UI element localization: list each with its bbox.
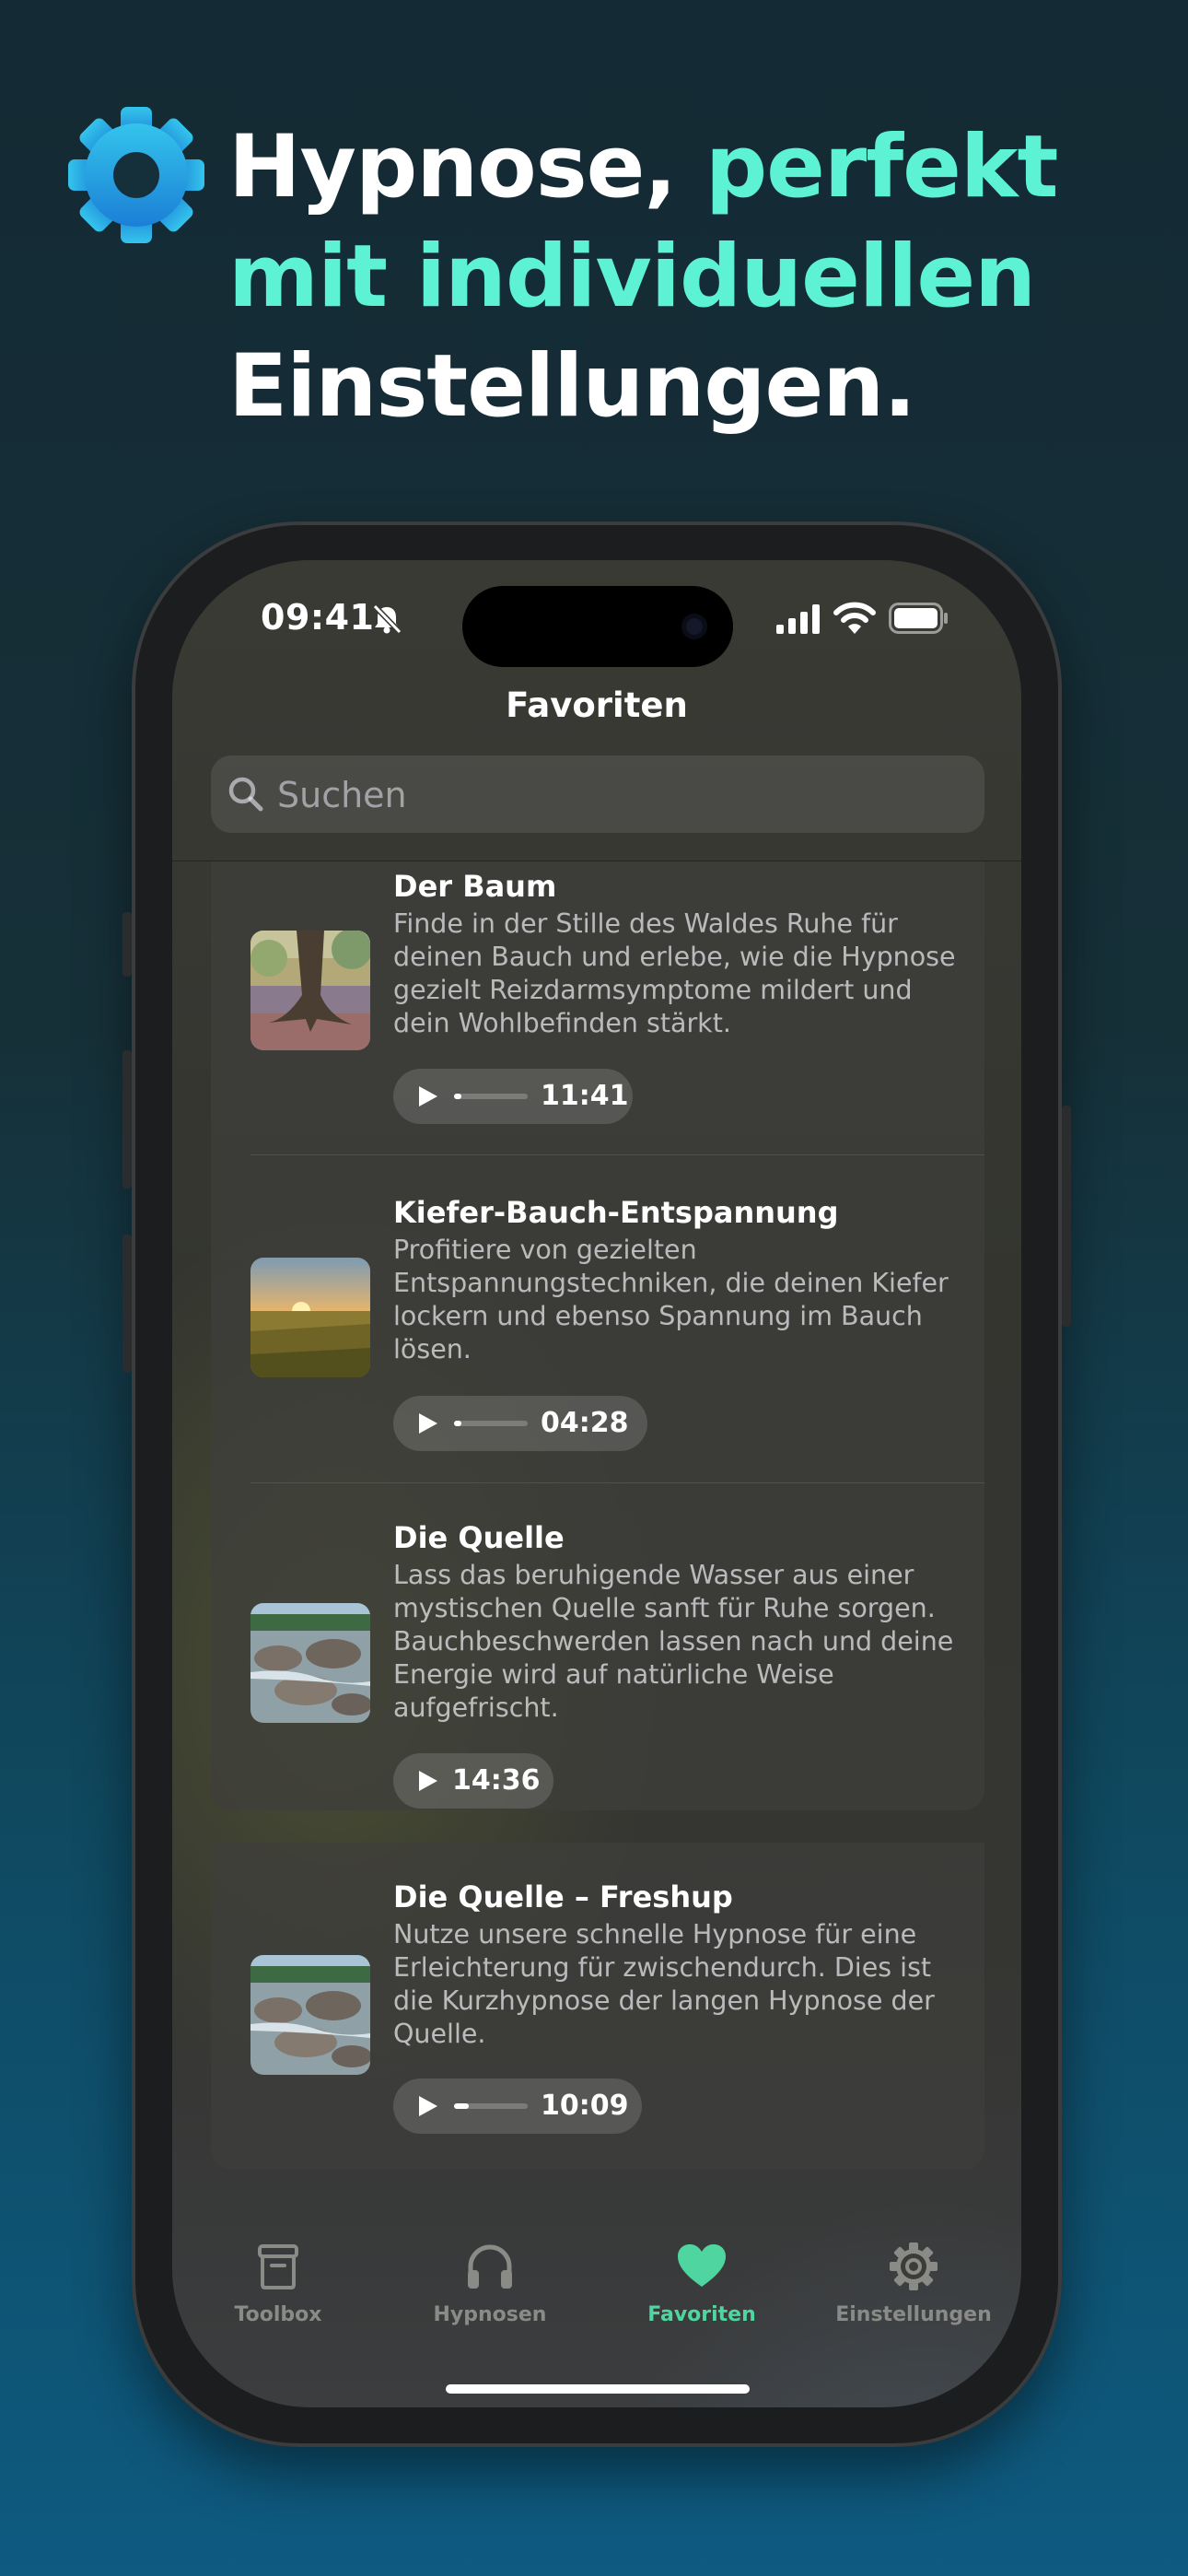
search-input[interactable] [275,755,961,835]
front-camera [681,614,707,639]
list-item[interactable]: Die Quelle – Freshup Nutze unsere schnel… [211,1843,984,2170]
duration-label: 10:09 [541,2090,629,2122]
gear-icon [68,107,204,243]
item-title: Der Baum [393,869,557,904]
tab-label: Favoriten [647,2303,756,2326]
headline-accent-1: perfekt [705,117,1058,217]
headline-line1: Hypnose, [228,117,677,217]
list-item[interactable]: Der Baum Finde in der Stille des Waldes … [211,861,984,1156]
item-description: Profitiere von gezielten Entspannungstec… [393,1235,949,1364]
item-description: Finde in der Stille des Waldes Ruhe für … [393,908,956,1038]
item-title: Die Quelle [393,1520,565,1555]
progress-track[interactable] [454,2103,528,2109]
play-pill[interactable]: 04:28 [393,1396,647,1451]
item-description: Nutze unsere schnelle Hypnose für eine E… [393,1919,935,2049]
action-button [122,912,132,977]
home-indicator [446,2384,750,2394]
headline: Hypnose, perfekt mit individuellen Einst… [228,112,1149,441]
duration-label: 14:36 [452,1764,541,1797]
tree-thumbnail-image [250,931,370,1050]
volume-up-button [122,1050,132,1188]
tab-label: Toolbox [234,2303,322,2326]
row-divider [250,1154,984,1155]
app-screen: 09:41 Favoriten Suchen Der Baum Finde in… [172,560,1021,2407]
headphones-icon [468,2244,512,2289]
field-sunset-thumbnail-image [250,1258,370,1377]
gear-icon [890,2242,938,2290]
play-icon[interactable] [415,1411,439,1435]
tab-bar: Toolbox Hypnosen Favoriten Einstellungen [172,2239,1021,2340]
bell-slash-icon [372,603,402,635]
headline-line3: Einstellungen. [228,336,916,437]
spring-thumbnail-image [250,1603,370,1723]
item-description: Lass das beruhigende Wasser aus einer my… [393,1560,954,1723]
play-pill[interactable]: 10:09 [393,2078,642,2134]
tab-favoriten[interactable]: Favoriten [596,2239,808,2340]
battery-icon [889,603,948,634]
list-item[interactable]: Kiefer-Bauch-Entspannung Profitiere von … [211,1156,984,1482]
status-time: 09:41 [261,597,375,638]
progress-fill [454,1421,461,1426]
play-pill[interactable]: 14:36 [393,1753,553,1809]
tab-label: Hypnosen [433,2303,547,2326]
search-icon [228,777,263,812]
duration-label: 04:28 [541,1407,629,1439]
dynamic-island [462,586,733,667]
tab-label: Einstellungen [835,2303,992,2326]
power-button [1062,1106,1071,1327]
archive-box-icon [258,2244,298,2289]
list-item[interactable]: Die Quelle Lass das beruhigende Wasser a… [211,1483,984,1810]
page-title: Favoriten [506,685,688,725]
progress-fill [454,1094,461,1099]
tab-toolbox[interactable]: Toolbox [172,2239,384,2340]
play-icon[interactable] [415,1084,439,1108]
heart-icon [678,2244,726,2287]
headline-line2: mit individuellen [228,227,1036,327]
search-field[interactable] [211,755,984,835]
volume-down-button [122,1235,132,1373]
duration-label: 11:41 [541,1080,629,1112]
cellular-signal-icon [776,604,820,634]
favorites-list: Der Baum Finde in der Stille des Waldes … [211,861,984,1810]
play-icon[interactable] [415,2094,439,2118]
wifi-icon [833,602,876,634]
item-title: Kiefer-Bauch-Entspannung [393,1195,839,1230]
play-icon[interactable] [415,1769,439,1793]
progress-track[interactable] [454,1421,528,1426]
item-title: Die Quelle – Freshup [393,1879,733,1914]
progress-fill [454,2103,469,2109]
tab-hypnosen[interactable]: Hypnosen [384,2239,596,2340]
favorites-list-end: Die Quelle – Freshup Nutze unsere schnel… [211,1843,984,2170]
tab-einstellungen[interactable]: Einstellungen [808,2239,1019,2340]
progress-track[interactable] [454,1094,528,1099]
spring-thumbnail-image [250,1955,370,2075]
play-pill[interactable]: 11:41 [393,1069,633,1124]
